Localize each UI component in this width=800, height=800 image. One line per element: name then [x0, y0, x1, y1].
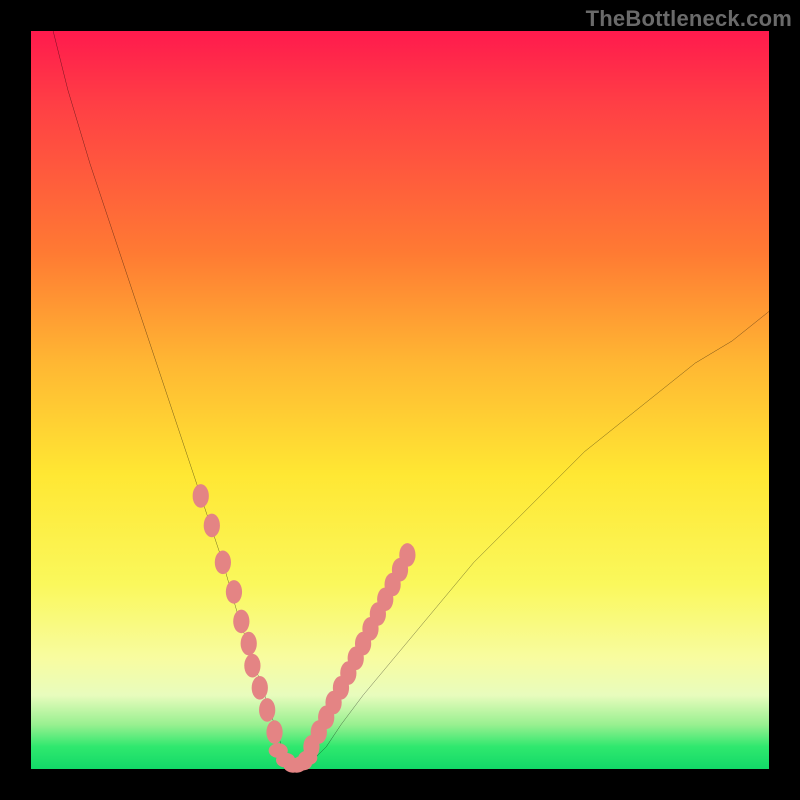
- curve-layer: [31, 31, 769, 769]
- plot-area: [31, 31, 769, 769]
- marker-dot: [226, 580, 242, 604]
- marker-dot: [244, 654, 260, 678]
- marker-dot: [204, 514, 220, 538]
- watermark-text: TheBottleneck.com: [586, 6, 792, 32]
- marker-dot: [233, 610, 249, 634]
- bottleneck-curve: [53, 31, 769, 769]
- marker-dot: [266, 720, 282, 744]
- chart-frame: TheBottleneck.com: [0, 0, 800, 800]
- highlighted-points: [193, 484, 416, 773]
- marker-dot: [215, 551, 231, 575]
- marker-dot: [193, 484, 209, 508]
- marker-dot: [252, 676, 268, 700]
- marker-dot: [259, 698, 275, 722]
- marker-dot: [241, 632, 257, 656]
- marker-dot: [399, 543, 415, 567]
